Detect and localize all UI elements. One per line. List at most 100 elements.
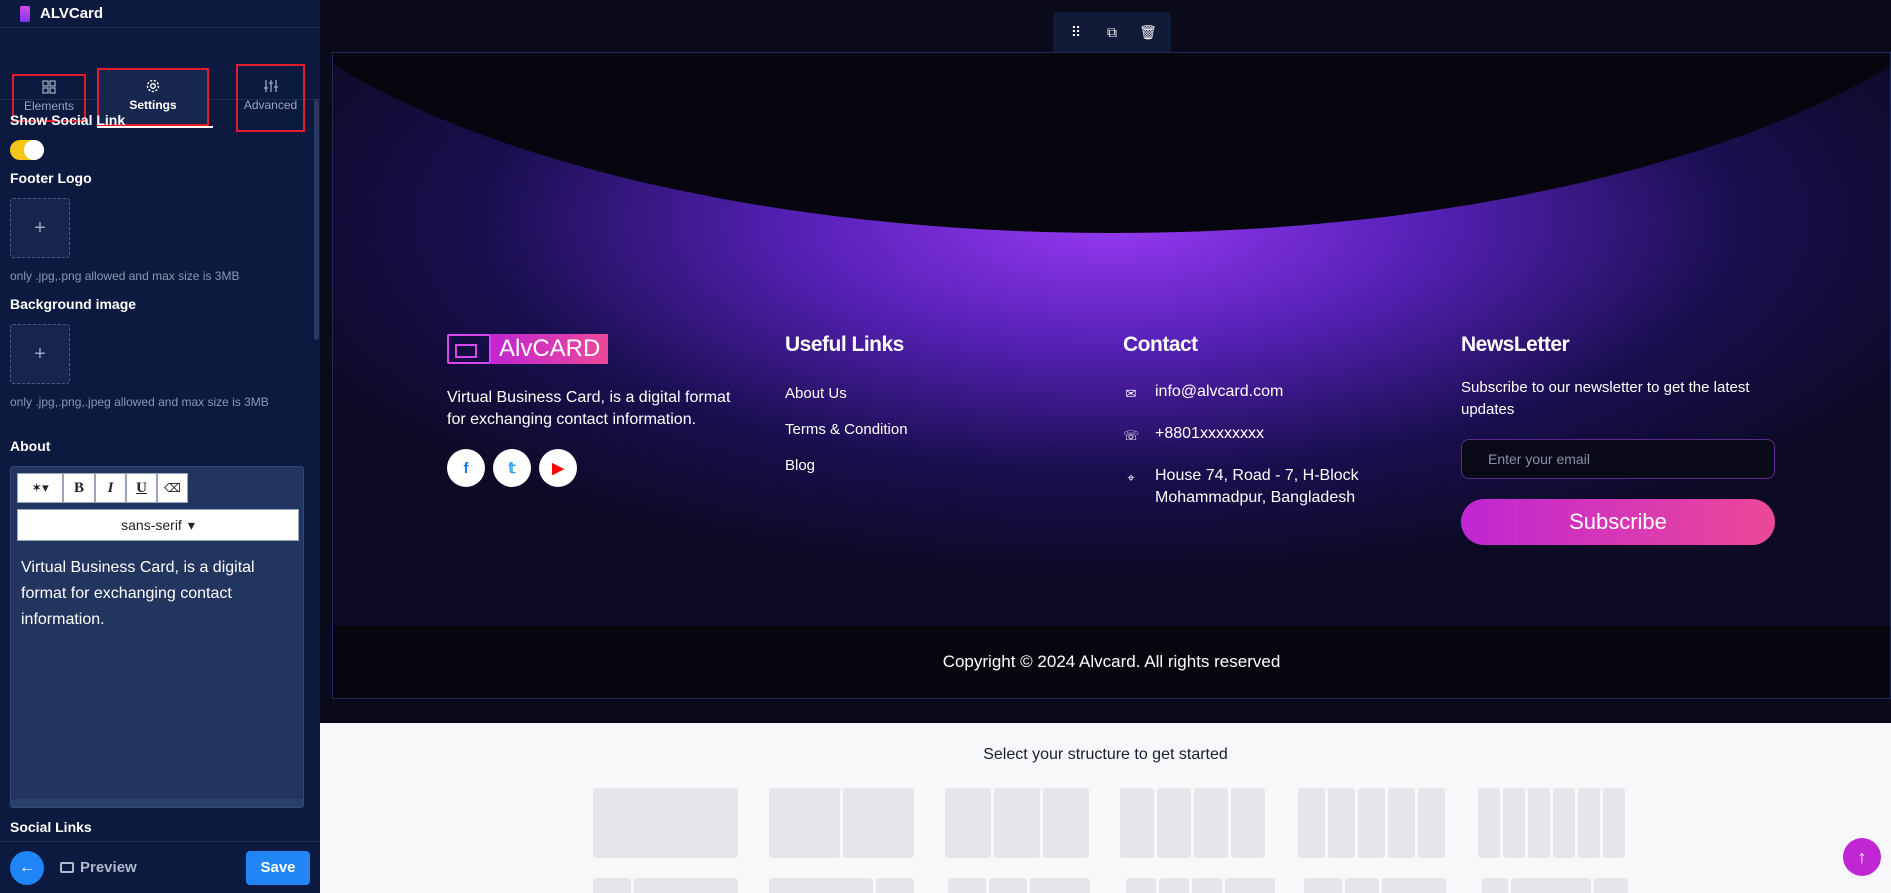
background-image-upload[interactable]: + — [10, 324, 70, 384]
youtube-icon[interactable]: ▶ — [539, 449, 577, 487]
copyright-text: Copyright © 2024 Alvcard. All rights res… — [942, 652, 1281, 671]
structure-6-col-alt[interactable] — [1482, 878, 1628, 893]
footer-section[interactable]: AlvCARD Virtual Business Card, is a digi… — [332, 52, 1891, 699]
structure-1-col[interactable] — [593, 788, 738, 858]
social-links-label: Social Links — [10, 819, 92, 835]
font-family-select[interactable]: sans-serif ▾ — [17, 509, 299, 541]
magic-wand-button[interactable]: ✶▾ — [17, 473, 63, 503]
address-line-2: Mohammadpur, Bangladesh — [1155, 489, 1356, 506]
background-image-label: Background image — [10, 296, 137, 312]
structure-2-col[interactable] — [769, 788, 914, 858]
location-icon: ⌖ — [1127, 470, 1135, 485]
sidebar-header: ALVCard — [0, 0, 320, 28]
facebook-icon[interactable]: f — [447, 449, 485, 487]
contact-email[interactable]: ✉ info@alvcard.com — [1123, 381, 1359, 405]
section-toolbar: ⠿ ⧉ 🗑 — [1053, 12, 1171, 52]
newsletter-title: NewsLetter — [1461, 333, 1570, 356]
sidebar-footer: ← Preview Save — [0, 841, 320, 893]
arrow-up-icon: ↑ — [1857, 846, 1867, 867]
settings-panel[interactable]: Show Social Link Footer Logo + only .jpg… — [0, 100, 320, 841]
underline-button[interactable]: U — [126, 473, 157, 503]
copyright-bar: Copyright © 2024 Alvcard. All rights res… — [333, 626, 1890, 698]
structure-5-col[interactable] — [1298, 788, 1445, 858]
contact-email-text: info@alvcard.com — [1155, 383, 1284, 400]
chevron-down-icon: ▾ — [187, 516, 195, 533]
structure-3-col[interactable] — [945, 788, 1089, 858]
bold-button[interactable]: B — [63, 473, 95, 503]
structure-6-col[interactable] — [1478, 788, 1625, 858]
arrow-left-icon: ← — [19, 858, 35, 876]
social-icons: f 𝕥 ▶ — [447, 449, 747, 487]
grid-icon — [42, 80, 56, 94]
footer-logo-label: Footer Logo — [10, 170, 92, 186]
useful-links-list: About Us Terms & Condition Blog — [785, 375, 908, 483]
italic-button[interactable]: I — [95, 473, 126, 503]
newsletter-text: Subscribe to our newsletter to get the l… — [1461, 379, 1750, 418]
sidebar: ALVCard Elements Settings Advanced Show … — [0, 0, 320, 893]
background-image-help: only .jpg,.png,.jpeg allowed and max siz… — [10, 395, 269, 409]
footer-links-column: Useful Links About Us Terms & Condition … — [785, 333, 908, 483]
address-line-1: House 74, Road - 7, H-Block — [1155, 467, 1359, 484]
sliders-icon — [263, 80, 278, 92]
structure-picker: Select your structure to get started — [320, 723, 1891, 893]
logo-text: AlvCARD — [491, 334, 609, 364]
drag-handle-icon[interactable]: ⠿ — [1065, 21, 1087, 43]
contact-address-text: House 74, Road - 7, H-Block Mohammadpur,… — [1155, 465, 1359, 509]
save-button[interactable]: Save — [246, 850, 310, 885]
structure-3-col-alt[interactable] — [948, 878, 1090, 893]
about-label: About — [10, 438, 51, 454]
eraser-button[interactable]: ⌫ — [157, 473, 188, 503]
card-logo-icon — [447, 334, 491, 364]
show-social-link-toggle[interactable] — [10, 140, 44, 160]
footer-newsletter-column: NewsLetter Subscribe to our newsletter t… — [1461, 333, 1781, 545]
editor-toolbar: ✶▾ B I U ⌫ — [17, 473, 188, 503]
sidebar-tabs: Elements Settings Advanced — [0, 28, 320, 132]
structure-4-col[interactable] — [1120, 788, 1265, 858]
phone-icon: ☏ — [1123, 428, 1140, 443]
plus-icon: + — [34, 216, 46, 239]
footer-logo-help: only .jpg,.png allowed and max size is 3… — [10, 269, 240, 283]
app-name: ALVCard — [40, 5, 104, 22]
scroll-to-top-button[interactable]: ↑ — [1843, 838, 1881, 876]
about-editor: ✶▾ B I U ⌫ sans-serif ▾ Virtual Business… — [10, 466, 304, 808]
gear-icon — [146, 79, 160, 93]
footer-logo-upload[interactable]: + — [10, 198, 70, 258]
font-family-value: sans-serif — [121, 517, 182, 533]
link-blog[interactable]: Blog — [785, 447, 908, 483]
contact-phone-text: +8801xxxxxxxx — [1155, 425, 1264, 442]
monitor-icon — [60, 862, 74, 873]
editor-resize-handle[interactable] — [11, 799, 303, 807]
mail-icon: ✉ — [1125, 386, 1137, 401]
newsletter-email-input[interactable] — [1461, 439, 1775, 479]
preview-button[interactable]: Preview — [60, 859, 137, 876]
footer-contact-column: Contact ✉ info@alvcard.com ☏ +8801xxxxxx… — [1123, 333, 1359, 509]
decorative-arc — [333, 53, 1890, 233]
scrollbar[interactable] — [314, 100, 319, 340]
builder-canvas: ⠿ ⧉ 🗑 AlvCARD Virtual Business Card, is … — [320, 0, 1891, 893]
structure-sidebar-right[interactable] — [769, 878, 914, 893]
brand-logo-icon — [20, 5, 30, 22]
editor-content[interactable]: Virtual Business Card, is a digital form… — [21, 555, 291, 633]
subscribe-button[interactable]: Subscribe — [1461, 499, 1775, 545]
structure-5-col-alt[interactable] — [1304, 878, 1446, 893]
structure-title: Select your structure to get started — [983, 746, 1228, 763]
duplicate-icon[interactable]: ⧉ — [1101, 21, 1123, 43]
structure-sidebar-left[interactable] — [593, 878, 738, 893]
contact-phone[interactable]: ☏ +8801xxxxxxxx — [1123, 423, 1359, 447]
preview-label: Preview — [80, 859, 137, 876]
footer-logo: AlvCARD — [447, 333, 747, 365]
contact-address: ⌖ House 74, Road - 7, H-Block Mohammadpu… — [1123, 465, 1359, 509]
show-social-link-label: Show Social Link — [10, 112, 126, 128]
link-about-us[interactable]: About Us — [785, 375, 908, 411]
contact-title: Contact — [1123, 333, 1198, 356]
plus-icon: + — [34, 342, 46, 365]
back-button[interactable]: ← — [10, 850, 44, 885]
twitter-icon[interactable]: 𝕥 — [493, 449, 531, 487]
toggle-knob — [24, 140, 44, 160]
trash-icon[interactable]: 🗑 — [1137, 21, 1159, 43]
link-terms[interactable]: Terms & Condition — [785, 411, 908, 447]
structure-4-col-alt[interactable] — [1126, 878, 1275, 893]
footer-about-column: AlvCARD Virtual Business Card, is a digi… — [447, 333, 747, 487]
useful-links-title: Useful Links — [785, 333, 904, 356]
footer-about-text: Virtual Business Card, is a digital form… — [447, 389, 731, 428]
